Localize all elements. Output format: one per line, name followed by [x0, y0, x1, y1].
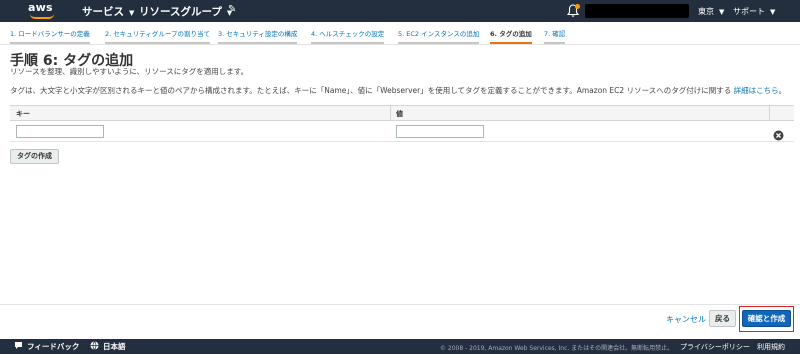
step-2-assign-security-groups[interactable]: 2. セキュリティグループの割り当て [105, 28, 210, 44]
feedback-button[interactable]: フィードバック [14, 341, 79, 352]
step-5-add-ec2-instances[interactable]: 5. EC2 インスタンスの追加 [398, 28, 480, 44]
chevron-down-icon: ▼ [129, 9, 135, 17]
copyright-text: © 2008 - 2019, Amazon Web Services, Inc.… [440, 345, 674, 352]
tag-key-input[interactable] [16, 125, 104, 138]
column-divider [390, 106, 391, 121]
region-label: 東京 [698, 7, 714, 16]
globe-icon [90, 341, 99, 350]
tag-value-input[interactable] [396, 125, 484, 138]
step-6-add-tags[interactable]: 6. タグの追加 [490, 28, 532, 44]
notification-bell-icon[interactable] [567, 4, 580, 18]
table-row [10, 121, 794, 142]
footer-bar: フィードバック 日本語 © 2008 - 2019, Amazon Web Se… [0, 339, 800, 354]
support-label: サポート [733, 7, 765, 16]
review-and-create-button[interactable]: 確認と作成 [742, 310, 791, 327]
page-subtitle: リソースを整理、識別しやすいように、リソースにタグを適用します。 [10, 67, 249, 76]
tag-table-header: キー 値 [10, 105, 794, 121]
step-1-define-load-balancer[interactable]: 1. ロードバランサーの定義 [10, 28, 90, 44]
step-3-configure-security-settings[interactable]: 3. セキュリティ設定の構成 [218, 28, 298, 44]
chevron-down-icon: ▼ [770, 8, 776, 16]
account-name-redacted[interactable] [585, 4, 689, 18]
step-7-review[interactable]: 7. 確認 [544, 28, 566, 44]
speech-bubble-icon [15, 342, 22, 349]
privacy-policy-link[interactable]: プライバシーポリシー [680, 342, 750, 352]
action-bar-divider [0, 304, 800, 305]
resource-groups-label: リソースグループ [139, 6, 222, 18]
region-menu[interactable]: 東京 ▼ [698, 6, 724, 17]
column-header-key: キー [16, 110, 30, 118]
terms-of-use-link[interactable]: 利用規約 [757, 342, 785, 352]
create-tag-button[interactable]: タグの作成 [10, 149, 59, 164]
aws-logo[interactable]: aws [28, 1, 58, 21]
services-label: サービス [82, 6, 124, 18]
support-menu[interactable]: サポート ▼ [733, 6, 775, 17]
column-header-value: 値 [396, 110, 403, 118]
description-end: 。 [778, 86, 787, 95]
step-4-configure-health-check[interactable]: 4. ヘルスチェックの設定 [311, 28, 385, 44]
page-description: タグは、大文字と小文字が区別されるキーと値のペアから構成されます。たとえば、キー… [10, 85, 786, 96]
services-menu[interactable]: サービス ▼ [82, 4, 134, 19]
language-label: 日本語 [103, 342, 126, 351]
description-text: タグは、大文字と小文字が区別されるキーと値のペアから構成されます。たとえば、キー… [10, 86, 732, 95]
notification-dot [575, 4, 580, 9]
language-selector[interactable]: 日本語 [90, 341, 126, 352]
chevron-down-icon: ▼ [719, 8, 725, 16]
feedback-label: フィードバック [27, 342, 80, 351]
aws-logo-smile [30, 14, 54, 19]
details-link[interactable]: 詳細はこちら [734, 86, 779, 95]
steps-divider [0, 44, 800, 45]
column-divider [769, 106, 770, 121]
wizard-steps: 1. ロードバランサーの定義 2. セキュリティグループの割り当て 3. セキュ… [0, 28, 800, 44]
cancel-link[interactable]: キャンセル [666, 314, 706, 325]
back-button[interactable]: 戻る [709, 310, 736, 327]
resource-groups-menu[interactable]: リソースグループ ▼ [139, 4, 232, 19]
top-navigation-bar: aws サービス ▼ リソースグループ ▼ ✎ 東京 ▼ サポート ▼ [0, 0, 800, 22]
pin-icon[interactable]: ✎ [228, 4, 236, 15]
aws-logo-text: aws [28, 1, 53, 14]
remove-tag-icon[interactable] [773, 126, 784, 141]
